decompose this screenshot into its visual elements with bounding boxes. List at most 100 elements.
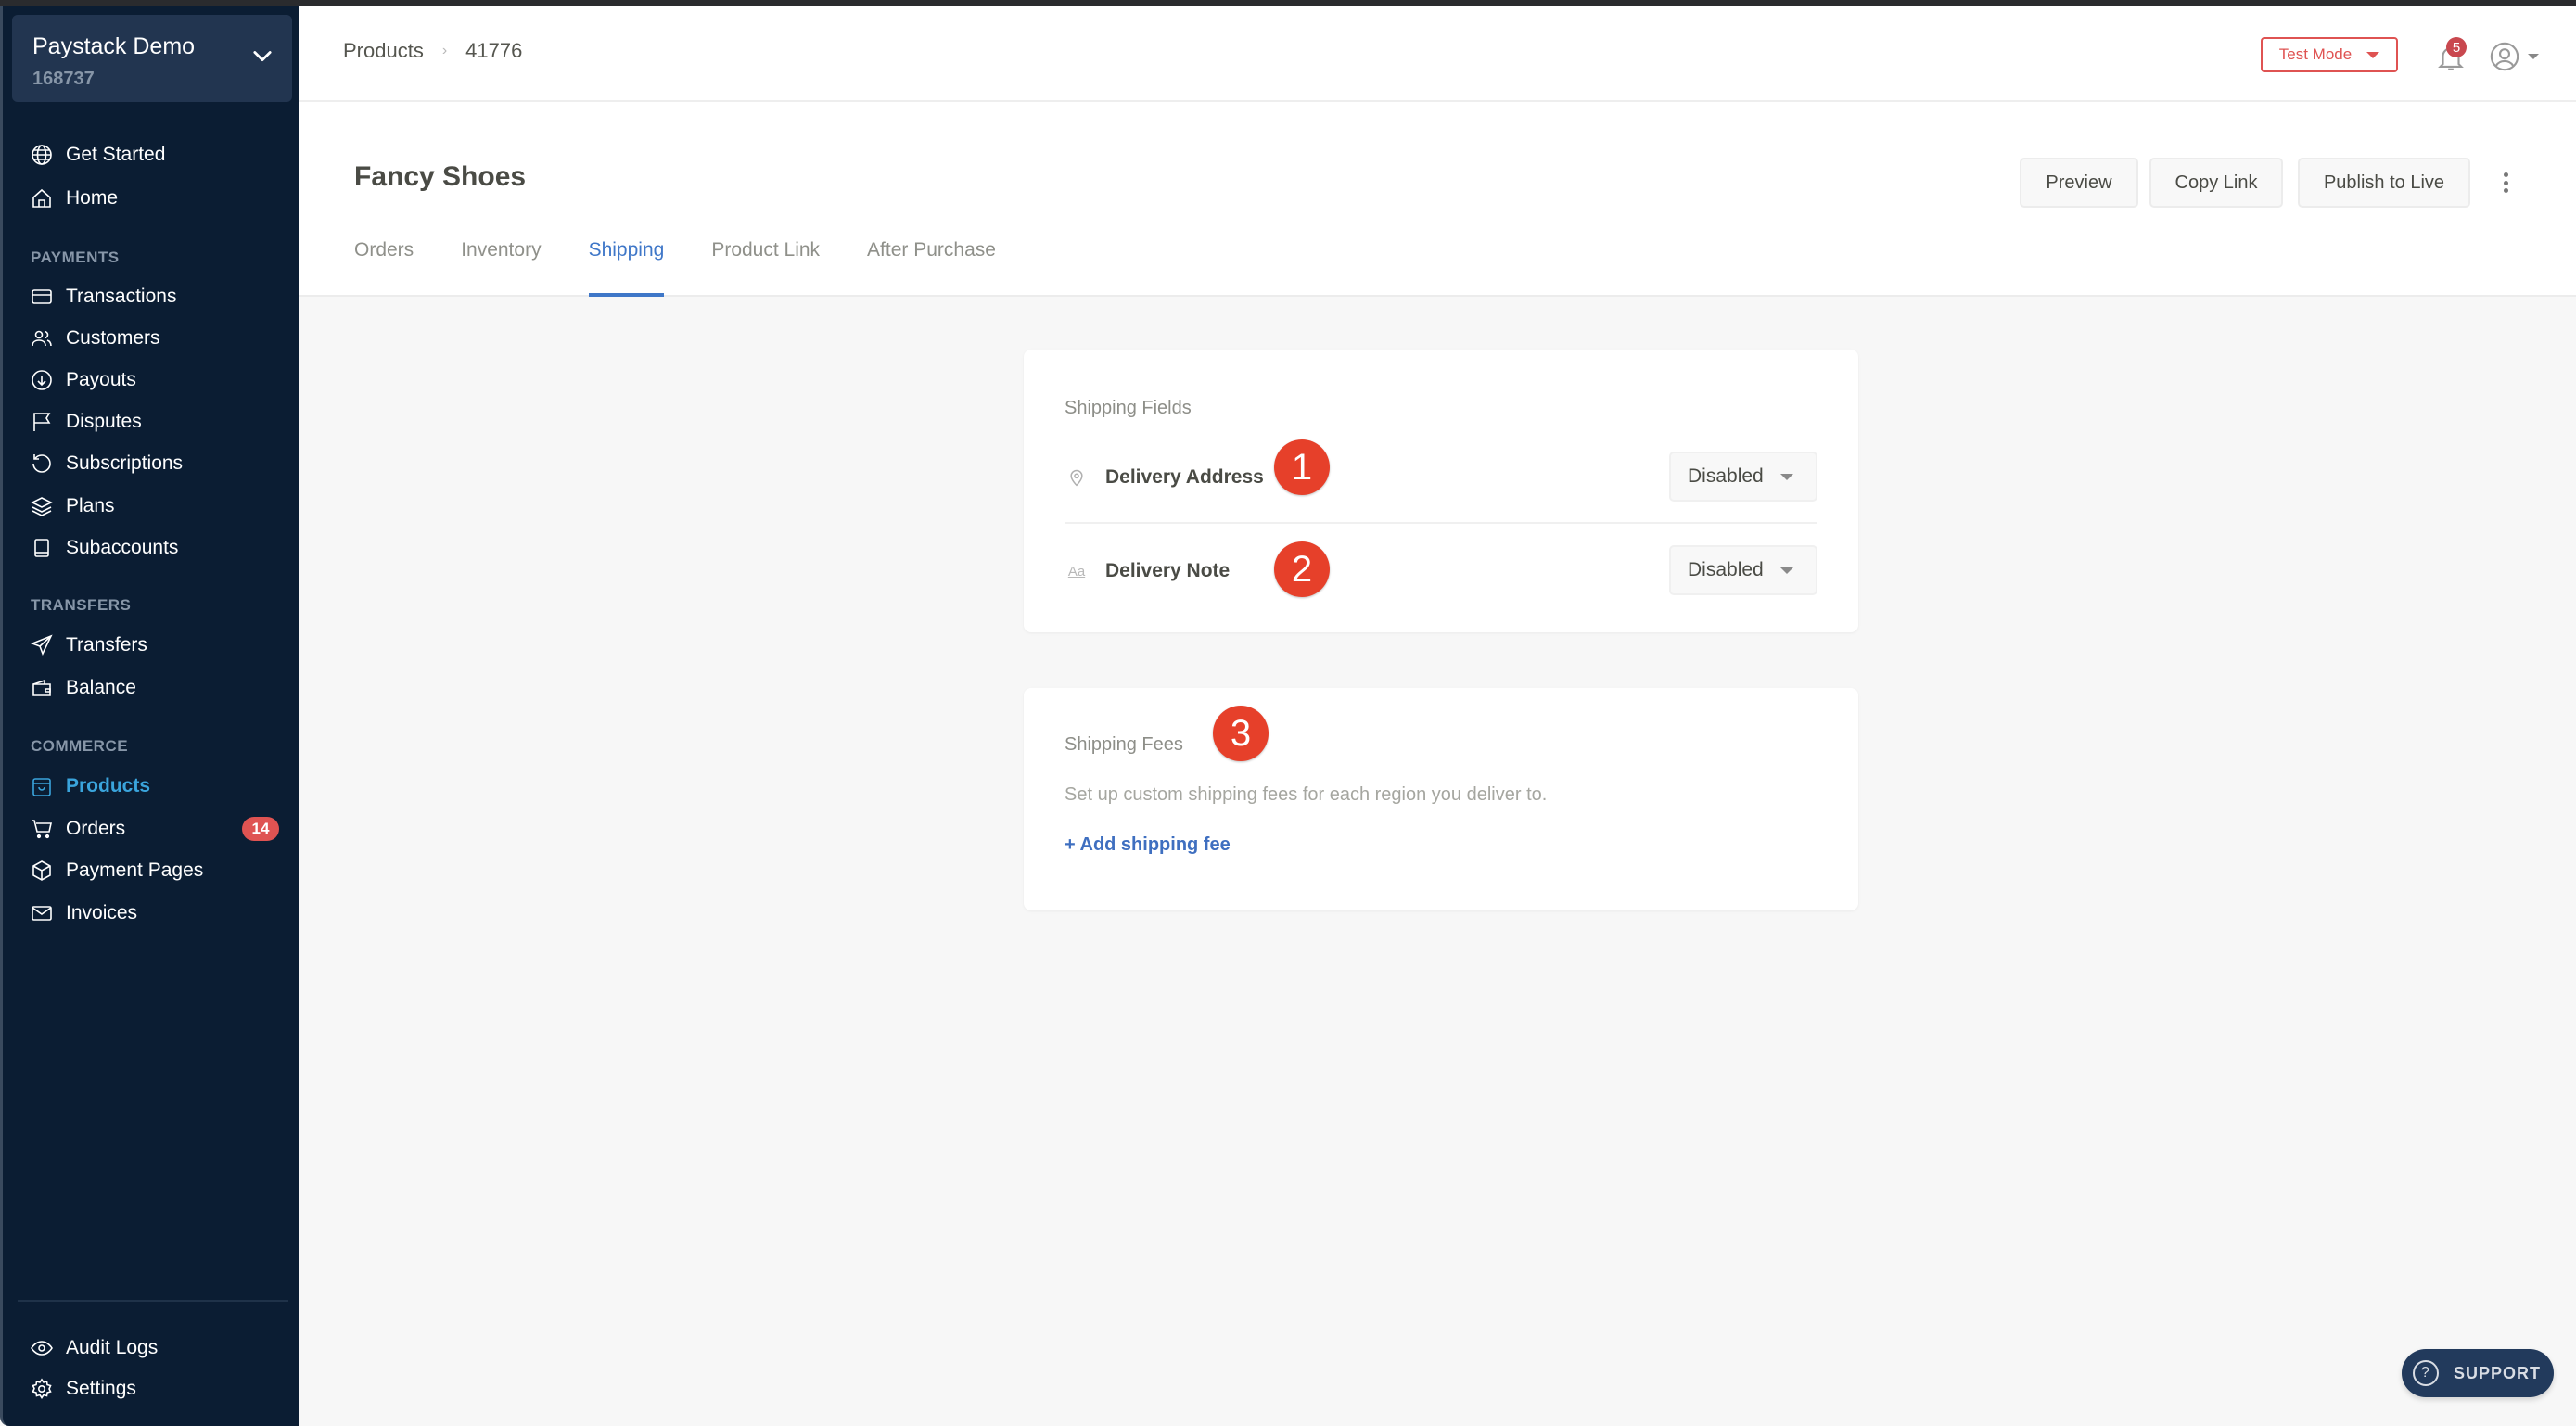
sidebar-item-invoices[interactable]: Invoices [29,898,279,929]
user-menu[interactable] [2489,41,2541,72]
page-title: Fancy Shoes [354,161,527,192]
sidebar-item-label: Plans [66,495,115,516]
globe-icon [29,142,55,168]
sidebar-item-label: Transfers [66,634,147,656]
shipping-fees-description: Set up custom shipping fees for each reg… [1065,784,1548,805]
sidebar-item-transactions[interactable]: Transactions [29,281,279,312]
sidebar-item-get-started[interactable]: Get Started [29,139,279,171]
sidebar-item-label: Get Started [66,144,166,165]
tab-product-link[interactable]: Product Link [711,239,820,297]
publish-to-live-button[interactable]: Publish to Live [2298,158,2470,208]
sidebar-item-label: Orders [66,818,126,839]
refresh-icon [29,451,55,477]
sidebar-item-settings[interactable]: Settings [29,1373,279,1405]
sidebar-item-payment-pages[interactable]: Payment Pages [29,855,279,886]
send-icon [29,632,55,658]
sidebar-item-home[interactable]: Home [29,183,279,214]
app-window: Paystack Demo 168737 Get Started Home PA… [0,6,2576,1426]
sidebar-item-balance[interactable]: Balance [29,672,279,704]
copy-link-button[interactable]: Copy Link [2149,158,2283,208]
text-format-icon: Aa [1067,563,1086,579]
chevron-down-icon [253,51,272,62]
location-pin-icon [1065,465,1089,490]
sidebar-item-label: Subaccounts [66,537,179,558]
row-divider [1065,522,1817,524]
tab-after-purchase[interactable]: After Purchase [867,239,996,297]
support-label: SUPPORT [2454,1363,2542,1382]
arrow-down-circle-icon [29,367,55,393]
sidebar-item-label: Disputes [66,411,142,432]
users-icon [29,325,55,351]
add-shipping-fee-link[interactable]: + Add shipping fee [1065,834,1231,856]
annotation-marker-2: 2 [1274,541,1330,597]
sidebar-item-label: Payment Pages [66,859,204,881]
field-row-delivery-note: Aa Delivery Note Disabled [1065,528,1817,614]
sidebar-item-label: Payouts [66,369,136,390]
sidebar-item-customers[interactable]: Customers [29,323,279,354]
sidebar-item-label: Customers [66,327,160,349]
sidebar-item-products[interactable]: Products [29,770,279,802]
mail-icon [29,900,55,926]
shopping-bag-icon [29,773,55,799]
shipping-fees-card: Shipping Fees 3 Set up custom shipping f… [1024,688,1858,910]
tab-bar: Orders Inventory Shipping Product Link A… [354,239,1043,297]
sidebar-item-transfers[interactable]: Transfers [29,630,279,661]
more-options-icon[interactable] [2496,169,2515,197]
delivery-address-select[interactable]: Disabled [1669,452,1817,502]
preview-button[interactable]: Preview [2020,158,2138,208]
account-id: 168737 [32,69,95,89]
sidebar-item-plans[interactable]: Plans [29,490,279,522]
sidebar-item-disputes[interactable]: Disputes [29,406,279,438]
field-row-delivery-address: Delivery Address Disabled [1065,435,1817,520]
sidebar-item-label: Home [66,187,119,209]
caret-down-icon [1779,473,1793,480]
orders-count-badge: 14 [242,817,279,841]
sidebar-item-subscriptions[interactable]: Subscriptions [29,448,279,479]
field-label: Delivery Address [1105,466,1264,488]
sidebar-item-audit-logs[interactable]: Audit Logs [29,1332,279,1364]
help-icon: ? [2413,1360,2439,1386]
box-icon [29,858,55,884]
section-transfers: TRANSFERS [31,596,132,614]
layers-icon [29,493,55,519]
sidebar-divider [18,1300,288,1302]
home-icon [29,185,55,211]
breadcrumb-separator-icon: › [441,43,448,58]
top-bar: Products › 41776 Test Mode 5 [299,6,2576,102]
sidebar-item-subaccounts[interactable]: Subaccounts [29,532,279,564]
cart-icon [29,816,55,842]
shipping-fields-title: Shipping Fields [1065,398,1192,418]
shipping-fields-card: Shipping Fields Delivery Address Disable… [1024,350,1858,632]
select-value: Disabled [1688,465,1764,487]
support-button[interactable]: ? SUPPORT [2402,1349,2554,1397]
card-icon [29,284,55,310]
sidebar-item-label: Products [66,775,151,796]
wallet-icon [29,675,55,701]
delivery-note-select[interactable]: Disabled [1669,545,1817,595]
breadcrumb-products-link[interactable]: Products [343,39,424,63]
select-value: Disabled [1688,559,1764,580]
sidebar-item-label: Audit Logs [66,1337,159,1358]
section-commerce: COMMERCE [31,737,129,755]
test-mode-dropdown[interactable]: Test Mode [2261,37,2398,72]
notification-badge: 5 [2446,37,2467,57]
account-switcher[interactable]: Paystack Demo 168737 [12,15,292,102]
sidebar-item-label: Settings [66,1378,136,1399]
caret-down-icon [2366,51,2380,58]
user-avatar-icon [2490,42,2519,71]
book-icon [29,535,55,561]
eye-icon [29,1335,55,1361]
sidebar-item-label: Subscriptions [66,452,184,474]
tab-shipping[interactable]: Shipping [588,239,664,297]
field-label: Delivery Note [1105,560,1231,581]
gear-icon [29,1376,55,1402]
sidebar-item-payouts[interactable]: Payouts [29,364,279,396]
account-name: Paystack Demo [32,33,196,59]
annotation-marker-1: 1 [1274,439,1330,495]
tab-inventory[interactable]: Inventory [461,239,541,297]
flag-icon [29,409,55,435]
breadcrumb-current: 41776 [465,39,523,62]
tab-orders[interactable]: Orders [354,239,414,297]
sidebar-item-label: Transactions [66,286,177,307]
sidebar-item-orders[interactable]: Orders 14 [29,813,279,845]
